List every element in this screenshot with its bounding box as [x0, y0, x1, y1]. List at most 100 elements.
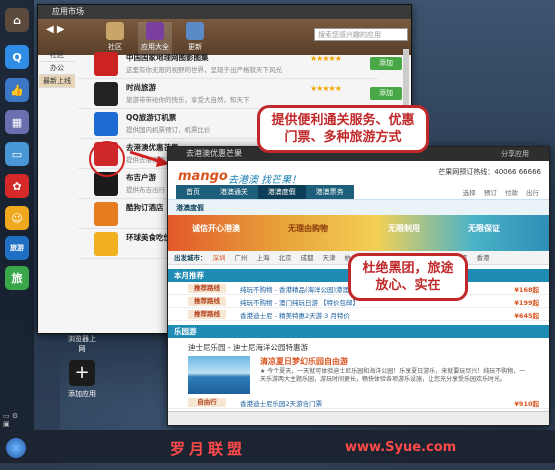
app-thumbnail [94, 232, 118, 256]
desktop-add-app[interactable]: + 添加应用 [65, 360, 99, 399]
desktop-ie-label: 浏览器上网 [68, 335, 96, 353]
app-name: 时尚旅游 [126, 83, 156, 92]
route-link[interactable]: 纯玩不购物 - 澳门纯玩日游 【特价包邮】 [240, 297, 359, 307]
travel-dock-icon[interactable]: 旅游 [5, 236, 29, 260]
callout-top: 提供便利通关服务、优惠 门票、多种旅游方式 [257, 105, 429, 153]
app-thumbnail [94, 202, 118, 226]
plus-icon: + [69, 360, 95, 386]
all-apps-icon [146, 22, 164, 40]
folder-icon[interactable]: ▭ [5, 142, 29, 166]
city-option[interactable]: 成都 [301, 254, 314, 262]
city-option[interactable]: 上海 [257, 254, 270, 262]
city-label: 出发城市： [174, 254, 207, 262]
callout-bottom-line2: 放心、实在 [375, 278, 441, 293]
table-row[interactable]: 自由行 香港迪士尼乐园2天游含门票 ¥910起 [168, 396, 549, 409]
app-desc: 旅游带带给你的快乐，享受大自然，知天下 [126, 96, 250, 104]
app-name: QQ旅游订机票 [126, 113, 177, 122]
feature-subtitle: 迪士尼乐园 - 迪士尼海洋公园特惠游 [188, 343, 308, 352]
tab-vacation[interactable]: 港澳度假 [257, 185, 306, 199]
star-rating-icon: ★★★★★ [310, 54, 342, 63]
mango-logo[interactable]: mango [178, 169, 228, 184]
feature-heading[interactable]: 清凉夏日梦幻乐园自由游 [260, 356, 348, 367]
watermark-url: www.Syue.com [345, 440, 457, 455]
app-icon[interactable]: ▦ [5, 110, 29, 134]
callout-top-line1: 提供便利通关服务、优惠 [271, 113, 415, 128]
route-tag: 自由行 [188, 398, 226, 407]
city-option[interactable]: 深圳 [213, 254, 226, 262]
app-thumbnail [94, 112, 118, 136]
sidebar-item-new[interactable]: 最新上线 [39, 75, 75, 88]
travel-tabs: 首页 港澳通关 港澳度假 港澳票务 [176, 185, 354, 199]
tray-icons[interactable]: ▭ ⚙ ▣ [3, 412, 18, 428]
tab-clearance[interactable]: 港澳通关 [209, 185, 258, 199]
share-app-button[interactable]: 分享应用 [501, 149, 529, 159]
highlight-ring [89, 141, 125, 177]
market-title: 应用市场 [38, 5, 411, 19]
app-name: 布吉户游 [126, 173, 156, 182]
banner-text-1: 诚信开心港澳 [192, 224, 240, 233]
home-icon[interactable]: ⌂ [5, 8, 29, 32]
feature-block[interactable]: 迪士尼乐园 - 迪士尼海洋公园特惠游 清凉夏日梦幻乐园自由游 ★ 今个夏天，一天… [168, 342, 549, 396]
travel-phone: 芒果网预订热线：40066 66666 [438, 168, 541, 176]
travel-status-bar [168, 411, 549, 425]
city-option[interactable]: 广州 [235, 254, 248, 262]
add-button[interactable]: 添加 [370, 87, 402, 100]
route-price: ¥910起 [514, 400, 539, 408]
app-name: 中国国家地理网图影图集 [126, 53, 209, 62]
travel-slogan: 去港澳 找芒果！ [228, 175, 302, 186]
sidebar-item-office[interactable]: 办公 [39, 62, 75, 75]
travel-green-icon[interactable]: 旅 [5, 266, 29, 290]
toolbar-community[interactable]: 社区 [98, 22, 132, 52]
qq-search-icon[interactable]: Q [5, 45, 29, 69]
app-thumbnail [94, 52, 118, 76]
promo-banner[interactable]: 诚信开心港澳 无理由购物 无限制用 无限保证 [168, 215, 549, 251]
callout-bottom: 杜绝黑团，旅途 放心、实在 [348, 253, 468, 301]
section-vacation: 港澳度假 [168, 199, 549, 215]
route-link[interactable]: 香港迪士尼乐园2天游含门票 [240, 398, 322, 408]
back-forward-icons[interactable]: ◀ ▶ [46, 24, 65, 35]
city-option[interactable]: 天津 [323, 254, 336, 262]
watermark-text: 罗月联盟 [170, 440, 247, 458]
route-price: ¥199起 [514, 299, 539, 307]
tab-home[interactable]: 首页 [176, 185, 210, 199]
city-option[interactable]: 北京 [279, 254, 292, 262]
route-price: ¥645起 [514, 312, 539, 320]
desktop-add-label: 添加应用 [68, 390, 96, 398]
app-thumbnail [94, 82, 118, 106]
section-promo: 乐园游 [168, 325, 549, 338]
app-name: 酷狗订酒店 [126, 203, 164, 212]
city-option[interactable]: 香港 [477, 254, 490, 262]
market-sidebar: 社区 办公 最新上线 [39, 49, 75, 88]
feature-image [188, 356, 250, 394]
callout-top-line2: 门票、多种旅游方式 [284, 130, 402, 145]
app-desc: 这里有你无限的视野的世界，呈现于出严格就天下风光 [126, 66, 282, 74]
thumbs-up-icon[interactable]: 👍 [5, 78, 29, 102]
start-icon[interactable] [6, 438, 26, 458]
route-tag: 推荐路线 [188, 310, 226, 319]
list-item[interactable]: 中国国家地理网图影图集这里有你无限的视野的世界，呈现于出严格就天下风光 ★★★★★… [78, 49, 402, 79]
callout-bottom-line1: 杜绝黑团，旅途 [362, 261, 454, 276]
travel-header: mango 去港澳 找芒果！ 芒果网预订热线：40066 66666 首页 港澳… [168, 161, 549, 199]
banner-text-2: 无理由购物 [288, 224, 328, 233]
mango-app-icon[interactable]: ✿ [5, 174, 29, 198]
left-dock: ⌂ Q 👍 ▦ ▭ ✿ ☺ 旅游 旅 ▭ ⚙ ▣ [0, 0, 34, 430]
tab-tickets[interactable]: 港澳票务 [305, 185, 354, 199]
update-icon [186, 22, 204, 40]
table-row[interactable]: 推荐路线 香港迪士尼 - 精美特惠2天游 3 月特价 ¥645起 [168, 308, 549, 321]
sidebar-item-community[interactable]: 社区 [39, 49, 75, 62]
route-tag: 推荐路线 [188, 297, 226, 306]
route-tag: 推荐路线 [188, 284, 226, 293]
community-icon [106, 22, 124, 40]
route-price: ¥168起 [514, 286, 539, 294]
booking-steps: 选择 预订 付款 出行 [462, 189, 539, 197]
banner-text-4: 无限保证 [468, 224, 500, 233]
banner-text-3: 无限制用 [388, 224, 420, 233]
taskbar [0, 430, 555, 463]
route-link[interactable]: 香港迪士尼 - 精美特惠2天游 3 月特价 [240, 310, 350, 320]
feature-desc: ★ 今个夏天，一天就可体验迪士尼乐园和海洋公园！乐享夏日游乐，来就要玩尽兴！纯玩… [260, 368, 526, 383]
add-button[interactable]: 添加 [370, 57, 402, 70]
market-search-input[interactable]: 搜索您感兴趣的应用 [314, 28, 408, 41]
smile-app-icon[interactable]: ☺ [5, 206, 29, 230]
app-name: 环球美食吃份 [126, 233, 171, 242]
toolbar-update[interactable]: 更新 [178, 22, 212, 52]
